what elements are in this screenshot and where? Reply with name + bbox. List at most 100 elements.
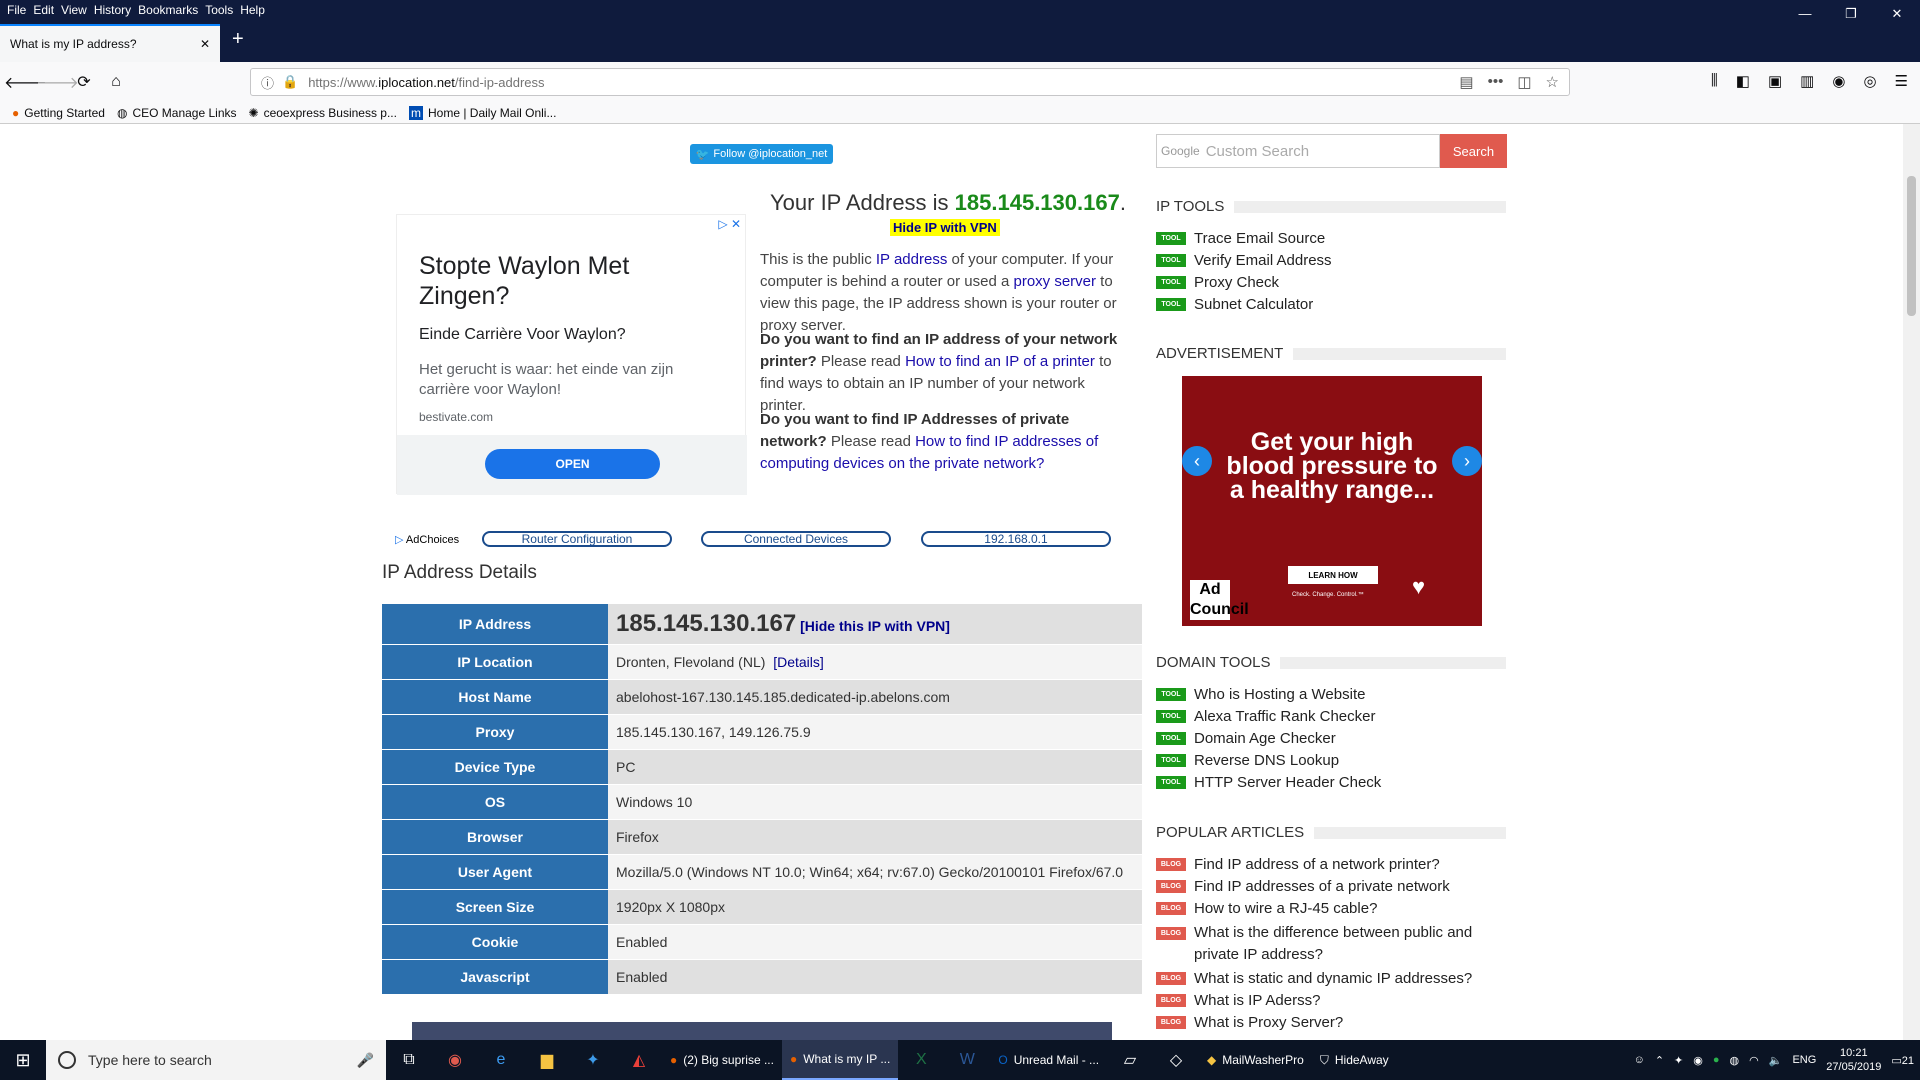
article-item[interactable]: BLOG What is static and dynamic IP addres… (1156, 970, 1472, 987)
extension-icon[interactable]: ◉ (1832, 72, 1845, 90)
reload-icon[interactable]: ⟳ (68, 72, 100, 92)
sidebar-icon[interactable]: ◧ (1736, 72, 1750, 90)
tab-active[interactable]: What is my IP address? ✕ (0, 24, 220, 62)
article-item[interactable]: BLOG How to wire a RJ-45 cable? (1156, 900, 1377, 917)
tool-item[interactable]: TOOL Subnet Calculator (1156, 296, 1313, 313)
pocket-icon[interactable]: ◫ (1517, 73, 1531, 91)
ad-close-icon[interactable]: ▷ ✕ (718, 217, 741, 231)
search-button[interactable]: Search (1440, 134, 1507, 168)
router-ip-link[interactable]: 192.168.0.1 (921, 531, 1111, 547)
twitter-follow-button[interactable]: 🐦 Follow @iplocation_net (690, 144, 833, 164)
page-actions-icon[interactable]: ••• (1488, 73, 1504, 91)
task-view-icon[interactable]: ⧉ (386, 1040, 432, 1080)
url-text[interactable]: https://www.iplocation.net/find-ip-addre… (308, 75, 544, 90)
adchoices-link[interactable]: ▷ AdChoices (395, 533, 459, 546)
chevron-right-icon[interactable]: › (1452, 446, 1482, 476)
scrollbar-thumb[interactable] (1907, 176, 1916, 316)
tool-item[interactable]: TOOL Who is Hosting a Website (1156, 686, 1365, 703)
hide-this-ip-link[interactable]: [Hide this IP with VPN] (800, 618, 950, 634)
taskbar-app-mailwasher[interactable]: ◆ MailWasherPro (1199, 1040, 1312, 1080)
menu-file[interactable]: File (7, 3, 26, 17)
bookmark-ceo-links[interactable]: ◍ CEO Manage Links (117, 106, 237, 120)
taskbar-app-firefox-2[interactable]: ● What is my IP ... (781, 1040, 899, 1080)
tray-icon-3[interactable]: ◍ (1730, 1054, 1740, 1067)
account-icon[interactable]: ◎ (1863, 72, 1876, 90)
app-grey-icon-1[interactable]: ▱ (1107, 1040, 1153, 1080)
tray-icon-1[interactable]: ◉ (1693, 1054, 1703, 1067)
tool-item[interactable]: TOOL Alexa Traffic Rank Checker (1156, 708, 1375, 725)
network-icon[interactable]: ◠ (1749, 1054, 1759, 1067)
file-explorer-icon[interactable]: ▆ (524, 1040, 570, 1080)
article-item[interactable]: BLOG Find IP addresses of a private netwo… (1156, 878, 1450, 895)
notification-icon[interactable]: ▭21 (1891, 1054, 1914, 1067)
bookmark-daily-mail[interactable]: m Home | Daily Mail Onli... (408, 105, 556, 120)
back-icon[interactable]: 🡐 (4, 72, 47, 93)
ad-title[interactable]: Stopte Waylon Met Zingen? (419, 251, 719, 311)
url-bar[interactable]: ⓘ 🔒 https://www.iplocation.net/find-ip-a… (250, 68, 1570, 96)
blood-pressure-ad[interactable]: ‹ › Get your high blood pressure to a he… (1182, 376, 1482, 626)
bookmark-ceoexpress[interactable]: ✺ ceoexpress Business p... (249, 106, 397, 120)
new-tab-button[interactable]: + (232, 28, 244, 51)
menu-history[interactable]: History (94, 3, 131, 17)
article-item[interactable]: BLOG What is the difference between publi… (1156, 922, 1486, 966)
pdf-icon[interactable]: ▣ (1768, 72, 1782, 90)
router-configuration-link[interactable]: Router Configuration (482, 531, 672, 547)
home-icon[interactable]: ⌂ (100, 73, 132, 91)
info-icon[interactable]: ⓘ (261, 73, 274, 92)
taskbar-app-firefox-1[interactable]: ● (2) Big suprise ... (662, 1040, 782, 1080)
tool-item[interactable]: TOOL Reverse DNS Lookup (1156, 752, 1339, 769)
tool-item[interactable]: TOOL Verify Email Address (1156, 252, 1332, 269)
taskbar-search-input[interactable]: Type here to search 🎤 (46, 1040, 386, 1080)
article-item[interactable]: BLOG What is Proxy Server? (1156, 1014, 1343, 1031)
library-icon[interactable]: ⫼ (1711, 72, 1718, 90)
clock[interactable]: 10:21 27/05/2019 (1826, 1046, 1881, 1074)
volume-icon[interactable]: 🔈 (1769, 1054, 1783, 1067)
connected-devices-link[interactable]: Connected Devices (701, 531, 891, 547)
acrobat-icon[interactable]: ◭ (616, 1040, 662, 1080)
tray-icon-2[interactable]: ● (1713, 1054, 1720, 1066)
hamburger-menu-icon[interactable]: ☰ (1895, 72, 1908, 90)
ad-box[interactable]: ▷ ✕ Stopte Waylon Met Zingen? Einde Carr… (396, 214, 747, 495)
page-scrollbar[interactable] (1903, 124, 1920, 1040)
learn-how-button[interactable]: LEARN HOW (1288, 566, 1378, 584)
printer-ip-link[interactable]: How to find an IP of a printer (905, 353, 1095, 370)
reader-view-icon[interactable]: ▤ (1459, 73, 1473, 91)
chevron-up-icon[interactable]: ⌃ (1655, 1054, 1664, 1067)
article-item[interactable]: BLOG What is IP Aderss? (1156, 992, 1320, 1009)
taskbar-app-outlook[interactable]: O Unread Mail - ... (990, 1040, 1107, 1080)
menu-help[interactable]: Help (240, 3, 265, 17)
ip-address-link[interactable]: IP address (876, 251, 947, 268)
tool-item[interactable]: TOOL Proxy Check (1156, 274, 1279, 291)
forward-icon[interactable]: 🡒 (36, 72, 79, 93)
article-item[interactable]: BLOG Find IP address of a network printer… (1156, 856, 1440, 873)
chevron-left-icon[interactable]: ‹ (1182, 446, 1212, 476)
edge-icon[interactable]: e (478, 1040, 524, 1080)
app-red-icon[interactable]: ◉ (432, 1040, 478, 1080)
language-indicator[interactable]: ENG (1792, 1054, 1816, 1066)
dropbox-tray-icon[interactable]: ✦ (1674, 1054, 1683, 1067)
windows-start-icon[interactable]: ⊞ (0, 1050, 46, 1071)
tab-close-icon[interactable]: ✕ (200, 37, 210, 51)
bookmark-star-icon[interactable]: ☆ (1546, 73, 1559, 91)
menu-view[interactable]: View (61, 3, 87, 17)
taskbar-app-hideaway[interactable]: ⛉ HideAway (1312, 1040, 1397, 1080)
menu-edit[interactable]: Edit (33, 3, 54, 17)
lock-icon[interactable]: 🔒 (282, 74, 298, 90)
tool-item[interactable]: TOOL Domain Age Checker (1156, 730, 1336, 747)
hide-ip-vpn-link[interactable]: Hide IP with VPN (890, 219, 1000, 236)
word-icon[interactable]: W (944, 1040, 990, 1080)
app-grey-icon-2[interactable]: ◇ (1153, 1040, 1199, 1080)
microphone-icon[interactable]: 🎤 (357, 1052, 374, 1069)
tool-item[interactable]: TOOL Trace Email Source (1156, 230, 1325, 247)
reader-icon[interactable]: ▥ (1800, 72, 1814, 90)
menu-bookmarks[interactable]: Bookmarks (138, 3, 198, 17)
ad-open-button[interactable]: OPEN (485, 449, 660, 479)
tool-item[interactable]: TOOL HTTP Server Header Check (1156, 774, 1381, 791)
bookmark-getting-started[interactable]: ● Getting Started (12, 106, 105, 120)
proxy-server-link[interactable]: proxy server (1013, 273, 1096, 290)
location-details-link[interactable]: [Details] (773, 654, 824, 670)
people-icon[interactable]: ☺ (1634, 1054, 1645, 1066)
dropbox-icon[interactable]: ✦ (570, 1040, 616, 1080)
excel-icon[interactable]: X (898, 1040, 944, 1080)
menu-tools[interactable]: Tools (205, 3, 233, 17)
